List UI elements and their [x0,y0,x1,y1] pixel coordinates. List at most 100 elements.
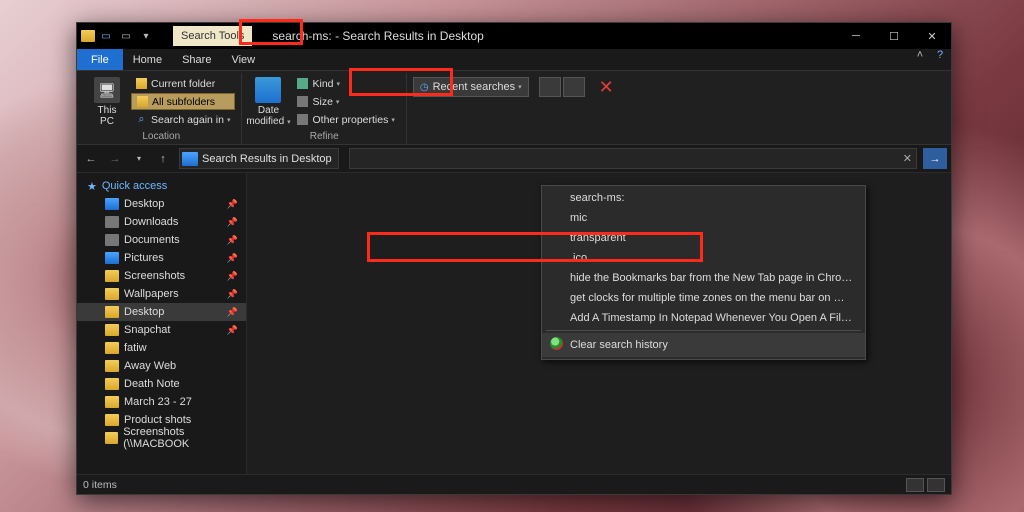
all-subfolders-option[interactable]: All subfolders [131,93,235,110]
address-bar: ← → ▾ ↑ Search Results in Desktop ✕ → [77,145,951,173]
tab-share[interactable]: Share [172,49,221,70]
folder-icon [105,306,119,318]
back-button[interactable]: ← [81,149,101,169]
recent-search-item[interactable]: transparent [542,228,865,248]
results-pane: search-ms:mictransparent.icohide the Boo… [247,173,951,474]
details-view-button[interactable] [906,478,924,492]
thumbnails-view-button[interactable] [927,478,945,492]
close-button[interactable]: ✕ [913,23,951,49]
sidebar-item[interactable]: fatiw [77,339,246,357]
quick-access[interactable]: ★ Quick access [77,177,246,195]
pin-icon: 📌 [227,235,238,246]
kind-button[interactable]: Kind [292,75,399,92]
recent-search-item[interactable]: search-ms: [542,188,865,208]
other-properties-button[interactable]: Other properties [292,111,399,128]
recent-search-item[interactable]: hide the Bookmarks bar from the New Tab … [542,268,865,288]
file-explorer-window: ▭ ▭ ▾ Search Tools search-ms: - Search R… [76,22,952,495]
date-modified-button[interactable]: Date modified [248,75,288,130]
context-tab-search-tools[interactable]: Search Tools [173,26,252,46]
tab-home[interactable]: Home [123,49,172,70]
size-button[interactable]: Size [292,93,399,110]
help-icon[interactable]: ? [929,49,951,70]
pin-icon: 📌 [227,253,238,264]
breadcrumb[interactable]: Search Results in Desktop [179,148,339,169]
recent-searches-menu: search-ms:mictransparent.icohide the Boo… [541,185,866,360]
sidebar-item[interactable]: Pictures📌 [77,249,246,267]
tab-file[interactable]: File [77,49,123,70]
up-button[interactable]: ↑ [153,149,173,169]
folder-icon [105,378,119,390]
close-search-button[interactable]: ✕ [599,77,614,97]
ribbon-tabs: File Home Share View ˄ ? [77,49,951,71]
sidebar-item[interactable]: Desktop📌 [77,303,246,321]
sidebar-item[interactable]: March 23 - 27 [77,393,246,411]
sidebar-item[interactable]: Documents 📌 [77,231,246,249]
search-location-icon [182,152,198,166]
ribbon-collapse-icon[interactable]: ˄ [911,49,929,70]
sidebar-item[interactable]: Screenshots📌 [77,267,246,285]
folder-icon [105,216,119,228]
advanced-options-button[interactable] [539,77,561,97]
qat-properties-icon[interactable]: ▭ [97,27,115,45]
clear-history-icon [550,337,563,350]
forward-button[interactable]: → [105,149,125,169]
folder-icon [105,360,119,372]
window-title: search-ms: - Search Results in Desktop [272,29,837,43]
save-search-button[interactable] [563,77,585,97]
folder-icon [105,288,119,300]
sidebar-item[interactable]: Desktop📌 [77,195,246,213]
recent-search-item[interactable]: get clocks for multiple time zones on th… [542,288,865,308]
sidebar-item-label: Documents [124,234,180,246]
recent-search-item[interactable]: mic [542,208,865,228]
sidebar-item-label: Screenshots (\\MACBOOK [123,426,246,450]
recent-locations-button[interactable]: ▾ [129,149,149,169]
clear-search-history[interactable]: Clear search history [542,333,865,357]
sidebar-item[interactable]: Death Note [77,375,246,393]
folders-icon [137,96,148,107]
sidebar-item-label: fatiw [124,342,147,354]
folder-icon [105,342,119,354]
title-bar: ▭ ▭ ▾ Search Tools search-ms: - Search R… [77,23,951,49]
properties-icon [297,114,308,125]
clear-search-icon[interactable]: ✕ [903,152,912,165]
search-again-in-button[interactable]: ⌕Search again in [131,111,235,128]
sidebar-item-label: Product shots [124,414,191,426]
qat-dropdown-icon[interactable]: ▾ [137,27,155,45]
folder-icon [105,432,118,444]
sidebar-item[interactable]: Wallpapers📌 [77,285,246,303]
sidebar-item-label: Desktop [124,306,164,318]
search-go-button[interactable]: → [923,148,947,169]
history-icon: ◷ [420,82,429,93]
sidebar-item[interactable]: Snapchat📌 [77,321,246,339]
item-count: 0 items [83,479,117,491]
sidebar-item[interactable]: Screenshots (\\MACBOOK [77,429,246,447]
folder-icon [136,78,147,89]
minimize-button[interactable]: ─ [837,23,875,49]
pin-icon: 📌 [227,199,238,210]
ribbon: 🖥 This PC Current folder All subfolders … [77,71,951,145]
pin-icon: 📌 [227,217,238,228]
sidebar-item[interactable]: Downloads📌 [77,213,246,231]
status-bar: 0 items [77,474,951,494]
tab-view[interactable]: View [221,49,265,70]
pin-icon: 📌 [227,289,238,300]
monitor-icon: 🖥 [94,77,120,103]
navigation-pane: ★ Quick access Desktop📌Downloads📌Documen… [77,173,247,474]
recent-searches-button[interactable]: ◷ Recent searches [413,77,529,97]
folder-icon [105,414,119,426]
current-folder-option[interactable]: Current folder [131,75,235,92]
folder-icon [105,396,119,408]
star-icon: ★ [87,180,97,193]
pin-icon: 📌 [227,271,238,282]
this-pc-button[interactable]: 🖥 This PC [87,75,127,130]
ribbon-group-location: Location [87,130,235,144]
sidebar-item[interactable]: Away Web [77,357,246,375]
folder-icon [105,324,119,336]
sidebar-item-label: Away Web [124,360,176,372]
maximize-button[interactable]: ☐ [875,23,913,49]
search-icon: ⌕ [136,114,147,125]
recent-search-item[interactable]: .ico [542,248,865,268]
search-box[interactable]: ✕ [349,148,917,169]
recent-search-item[interactable]: Add A Timestamp In Notepad Whenever You … [542,308,865,328]
qat-newfolder-icon[interactable]: ▭ [117,27,135,45]
